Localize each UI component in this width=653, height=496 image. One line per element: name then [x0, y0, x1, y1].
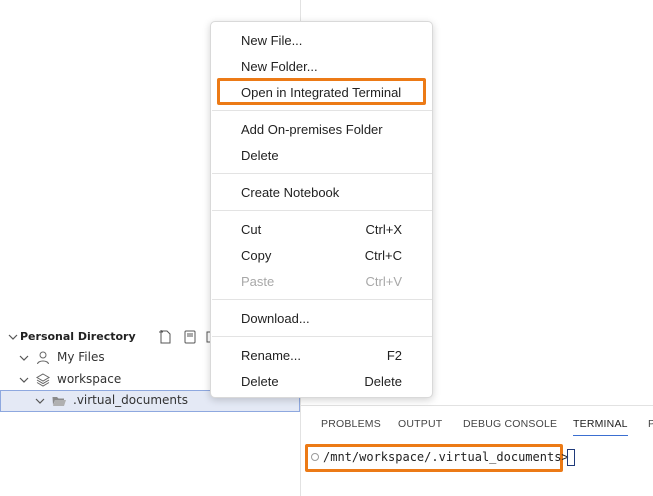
menu-item-shortcut: Ctrl+V [365, 274, 402, 289]
tab-debug-console[interactable]: DEBUG CONSOLE [463, 418, 557, 430]
menu-item-label: Rename... [241, 348, 301, 363]
menu-item-delete[interactable]: Delete [211, 143, 432, 169]
menu-item-label: New File... [241, 33, 303, 48]
terminal-prompt: /mnt/workspace/.virtual_documents> [323, 450, 569, 464]
menu-item-cut[interactable]: Cut Ctrl+X [211, 217, 432, 243]
tree-item-label: My Files [57, 350, 105, 364]
menu-separator [212, 173, 432, 174]
menu-item-label: Download... [241, 311, 310, 326]
chevron-down-icon [18, 374, 30, 389]
context-menu: New File... New Folder... Open in Integr… [210, 21, 433, 398]
menu-item-download[interactable]: Download... [211, 306, 432, 332]
menu-item-create-notebook[interactable]: Create Notebook [211, 180, 432, 206]
menu-item-shortcut: Ctrl+X [365, 222, 402, 237]
explorer-title: Personal Directory [20, 330, 136, 343]
menu-item-open-in-integrated-terminal[interactable]: Open in Integrated Terminal [211, 80, 432, 106]
menu-item-label: New Folder... [241, 59, 318, 74]
menu-item-add-on-premises-folder[interactable]: Add On-premises Folder [211, 117, 432, 143]
tab-terminal[interactable]: TERMINAL [573, 418, 628, 436]
tree-item-label: workspace [57, 372, 122, 386]
layers-icon [35, 372, 51, 391]
menu-item-label: Open in Integrated Terminal [241, 85, 402, 100]
circle-icon [311, 453, 319, 461]
menu-separator [212, 110, 432, 111]
menu-separator [212, 336, 432, 337]
menu-separator [212, 299, 432, 300]
panel-tab-bar: PROBLEMS OUTPUT DEBUG CONSOLE TERMINAL P [301, 414, 653, 440]
tab-problems[interactable]: PROBLEMS [321, 418, 381, 430]
tab-output[interactable]: OUTPUT [398, 418, 442, 430]
menu-item-shortcut: F2 [386, 348, 402, 363]
menu-item-label: Cut [241, 222, 262, 237]
menu-item-label: Create Notebook [241, 185, 340, 200]
chevron-down-icon [7, 331, 19, 346]
menu-item-label: Delete [241, 148, 279, 163]
chevron-down-icon [34, 395, 46, 410]
menu-item-rename[interactable]: Rename... F2 [211, 343, 432, 369]
folder-open-icon [51, 393, 67, 412]
menu-separator [212, 210, 432, 211]
menu-item-delete-permanent[interactable]: Delete Delete [211, 369, 432, 395]
menu-item-copy[interactable]: Copy Ctrl+C [211, 243, 432, 269]
menu-item-label: Paste [241, 274, 275, 289]
terminal-line[interactable]: /mnt/workspace/.virtual_documents> [305, 444, 650, 472]
menu-item-shortcut: Delete [364, 374, 402, 389]
terminal-cursor [567, 449, 575, 466]
bottom-panel: PROBLEMS OUTPUT DEBUG CONSOLE TERMINAL P… [301, 405, 653, 496]
menu-item-paste: Paste Ctrl+V [211, 269, 432, 295]
tab-ports[interactable]: P [648, 418, 653, 430]
new-folder-icon[interactable] [182, 329, 198, 345]
menu-item-label: Delete [241, 374, 279, 389]
user-icon [35, 350, 51, 369]
menu-item-label: Copy [241, 248, 272, 263]
menu-item-new-folder[interactable]: New Folder... [211, 54, 432, 80]
new-file-icon[interactable] [158, 329, 174, 345]
menu-item-label: Add On-premises Folder [241, 122, 383, 137]
menu-item-new-file[interactable]: New File... [211, 28, 432, 54]
tree-item-label: .virtual_documents [73, 393, 188, 407]
menu-item-shortcut: Ctrl+C [364, 248, 402, 263]
chevron-down-icon [18, 352, 30, 367]
